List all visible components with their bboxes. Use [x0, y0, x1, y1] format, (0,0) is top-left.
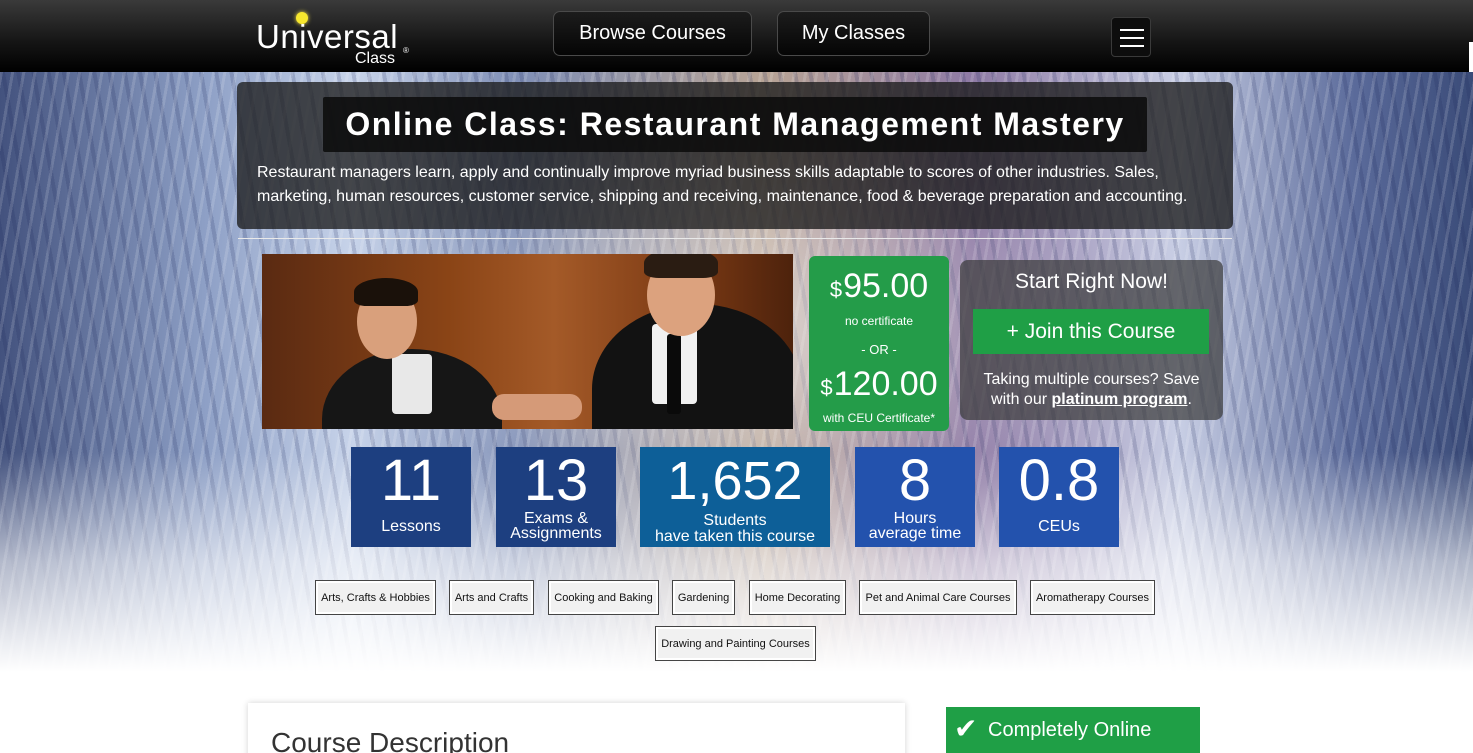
stat-exams: 13 Exams & Assignments: [496, 447, 616, 547]
stat-students: 1,652 Students have taken this course: [640, 447, 830, 547]
title-plate: Online Class: Restaurant Management Mast…: [323, 97, 1147, 152]
top-navbar: Universal Class ® Browse Courses My Clas…: [0, 0, 1473, 72]
platinum-program-link[interactable]: platinum program: [1052, 391, 1188, 408]
completely-online-badge: ✔ Completely Online: [946, 707, 1200, 753]
price-note-no-certificate: no certificate: [844, 314, 914, 328]
platinum-note: Taking multiple courses? Save with our p…: [983, 371, 1200, 408]
divider: [238, 238, 1232, 239]
price-no-certificate: $95.00: [829, 267, 929, 305]
join-course-button[interactable]: + Join this Course: [973, 309, 1209, 354]
category-tag[interactable]: Cooking and Baking: [548, 580, 659, 615]
start-now-box: Start Right Now! + Join this Course Taki…: [960, 260, 1223, 420]
category-tag[interactable]: Arts, Crafts & Hobbies: [315, 580, 436, 615]
pricing-box: $95.00 no certificate - OR - $120.00 wit…: [809, 256, 949, 431]
course-photo: [262, 254, 793, 429]
browse-courses-button[interactable]: Browse Courses: [553, 11, 752, 56]
price-note-ceu: with CEU Certificate*: [822, 411, 936, 425]
hero-section: Online Class: Restaurant Management Mast…: [0, 72, 1473, 672]
hamburger-menu-icon[interactable]: [1111, 17, 1151, 57]
start-now-heading: Start Right Now!: [1015, 270, 1168, 293]
my-classes-button[interactable]: My Classes: [777, 11, 930, 56]
category-tag[interactable]: Arts and Crafts: [449, 580, 534, 615]
course-description-heading: Course Description: [271, 727, 510, 753]
checkmark-icon: ✔: [954, 713, 978, 744]
course-summary: Restaurant managers learn, apply and con…: [257, 164, 1188, 205]
logo-subtext: Class: [355, 50, 396, 67]
page-title: Online Class: Restaurant Management Mast…: [345, 106, 1125, 142]
stat-lessons: 11 Lessons: [351, 447, 471, 547]
category-tag[interactable]: Aromatherapy Courses: [1030, 580, 1155, 615]
course-header: Online Class: Restaurant Management Mast…: [237, 82, 1233, 229]
price-with-ceu: $120.00: [820, 365, 938, 403]
registered-mark: ®: [403, 46, 409, 55]
universal-class-logo[interactable]: Universal Class ®: [256, 6, 416, 67]
stat-ceus: 0.8 CEUs: [999, 447, 1119, 547]
or-separator: - OR -: [861, 342, 897, 357]
category-tag[interactable]: Drawing and Painting Courses: [655, 626, 816, 661]
stat-hours: 8 Hours average time: [855, 447, 975, 547]
edge-strip: [1469, 42, 1473, 72]
category-tag[interactable]: Pet and Animal Care Courses: [859, 580, 1017, 615]
course-description-card: Course Description: [248, 703, 905, 753]
category-tag[interactable]: Home Decorating: [749, 580, 846, 615]
completely-online-label: Completely Online: [988, 719, 1152, 741]
category-tag[interactable]: Gardening: [672, 580, 735, 615]
